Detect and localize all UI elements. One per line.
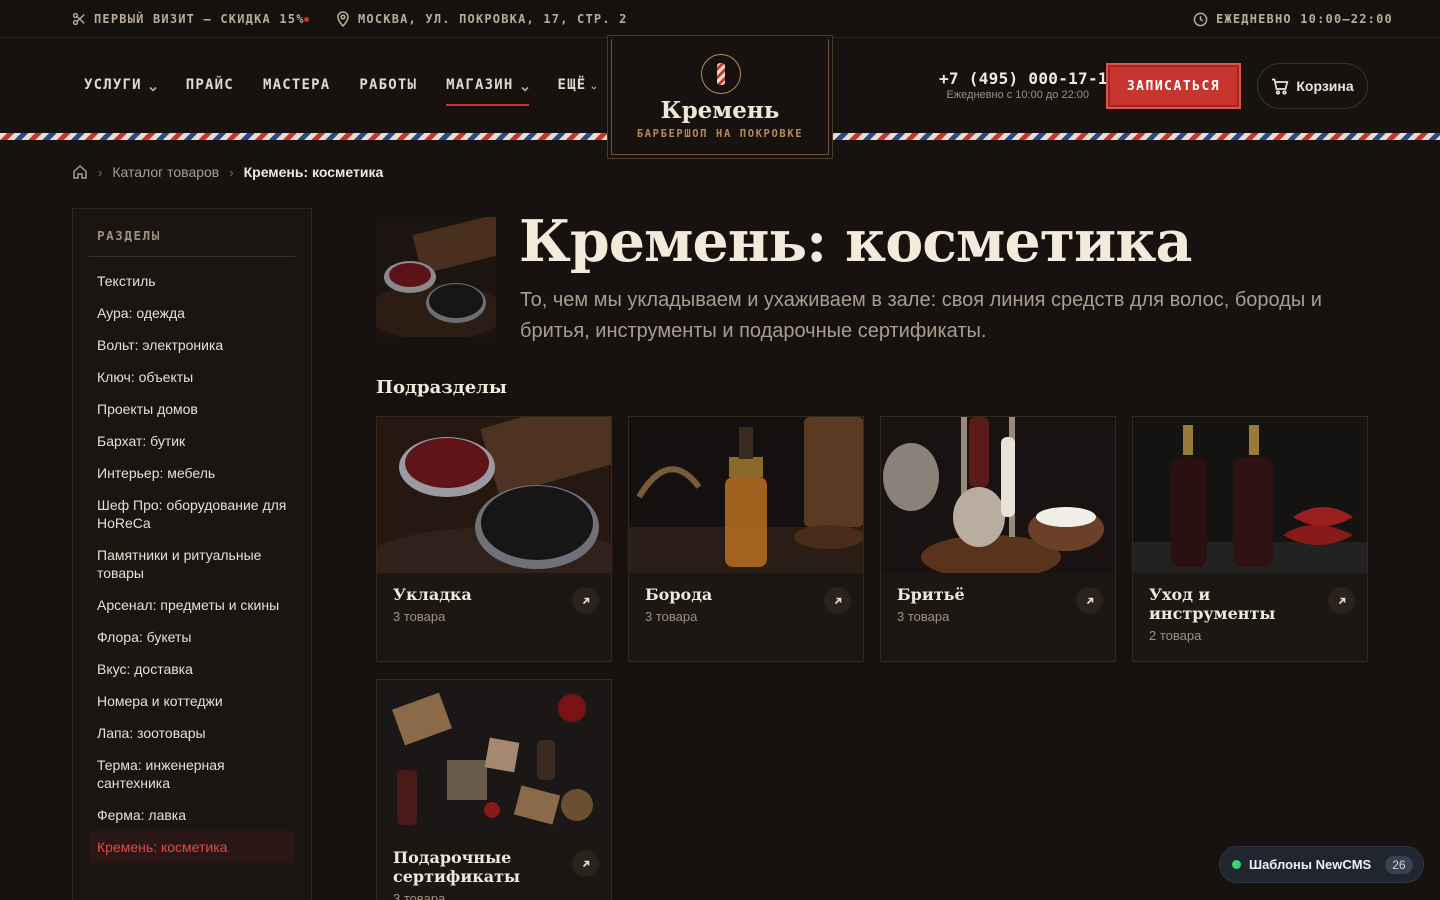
arrow-up-right-icon[interactable] (572, 587, 599, 614)
sections-sidebar: РАЗДЕЛЫ Текстиль Аура: одежда Вольт: эле… (72, 208, 312, 900)
card-image (881, 417, 1115, 573)
sidebar-item[interactable]: Лапа: зоотовары (89, 717, 295, 749)
online-status-icon (1232, 860, 1241, 869)
breadcrumb-catalog-link[interactable]: Каталог товаров (112, 164, 219, 180)
breadcrumb-separator: › (98, 164, 103, 180)
card-title: Укладка (393, 585, 472, 604)
sidebar-item[interactable]: Терма: инженерная сантехника (89, 749, 295, 799)
sidebar-item[interactable]: Текстиль (89, 265, 295, 297)
nav-label: ЕЩЁ (557, 77, 587, 93)
subsections-heading: Подразделы (376, 377, 507, 398)
opening-hours: ЕЖЕДНЕВНО 10:00–22:00 (1193, 0, 1393, 38)
sidebar-divider (89, 256, 295, 257)
phone-number[interactable]: +7 (495) 000-17-16 (939, 69, 1117, 88)
address[interactable]: МОСКВА, УЛ. ПОКРОВКА, 17, СТР. 2 (336, 0, 628, 38)
address-text: МОСКВА, УЛ. ПОКРОВКА, 17, СТР. 2 (358, 12, 628, 26)
phone-hours: Ежедневно с 10:00 до 22:00 (946, 89, 1089, 101)
badge-label: Шаблоны NewCMS (1249, 857, 1372, 872)
sidebar-list: Текстиль Аура: одежда Вольт: электроника… (89, 265, 295, 863)
arrow-up-right-icon[interactable] (1328, 587, 1355, 614)
home-icon[interactable] (72, 164, 88, 180)
card-count: 3 товара (393, 891, 446, 900)
logo-title: Кремень (660, 97, 780, 124)
page-description: То, чем мы укладываем и ухаживаем в зале… (520, 289, 1322, 342)
subsection-card[interactable]: Укладка 3 товара (376, 416, 612, 662)
nav-item-shop[interactable]: МАГАЗИН (446, 75, 529, 106)
nav-label: РАБОТЫ (359, 77, 418, 93)
sidebar-item[interactable]: Памятники и ритуальные товары (89, 539, 295, 589)
barber-pole-icon (701, 54, 741, 94)
sidebar-item[interactable]: Проекты домов (89, 393, 295, 425)
card-image (1133, 417, 1367, 573)
category-image (376, 217, 496, 337)
chevron-down-icon (149, 81, 157, 92)
top-bar: ПЕРВЫЙ ВИЗИТ — СКИДКА 15% МОСКВА, УЛ. ПО… (0, 0, 1440, 38)
nav-item-more[interactable]: ЕЩЁ (558, 75, 599, 95)
sidebar-item[interactable]: Бархат: бутик (89, 425, 295, 457)
site-logo[interactable]: Кремень БАРБЕРШОП НА ПОКРОВКЕ (611, 39, 829, 155)
cart-label: Корзина (1296, 78, 1354, 94)
card-title: Бритьё (897, 585, 965, 604)
sidebar-item[interactable]: Флора: букеты (89, 621, 295, 653)
clock-icon (1193, 12, 1208, 26)
sidebar-item[interactable]: Аура: одежда (89, 297, 295, 329)
card-count: 3 товара (897, 609, 950, 624)
nav-item-prices[interactable]: ПРАЙС (186, 75, 234, 95)
card-title: Борода (645, 585, 713, 604)
chevron-down-icon (591, 82, 598, 90)
logo-subtitle: БАРБЕРШОП НА ПОКРОВКЕ (636, 128, 804, 140)
promo-text: ПЕРВЫЙ ВИЗИТ — СКИДКА 15% (94, 12, 305, 26)
nav-item-masters[interactable]: МАСТЕРА (263, 75, 330, 95)
arrow-up-right-icon[interactable] (824, 587, 851, 614)
sidebar-item[interactable]: Вкус: доставка (89, 653, 295, 685)
card-count: 3 товара (645, 609, 698, 624)
cart-icon (1272, 78, 1289, 95)
card-image (629, 417, 863, 573)
badge-count: 26 (1385, 855, 1413, 874)
card-title: Подарочные сертификаты (393, 848, 521, 886)
hours-text: ЕЖЕДНЕВНО 10:00–22:00 (1216, 12, 1393, 26)
subsection-card[interactable]: Уход и инструменты 2 товара (1132, 416, 1368, 662)
page-title: Кремень: косметика (519, 208, 1192, 275)
nav-item-works[interactable]: РАБОТЫ (359, 75, 417, 95)
breadcrumb-current: Кремень: косметика (243, 164, 384, 180)
nav-label: ПРАЙС (185, 77, 234, 93)
map-pin-icon (337, 11, 349, 27)
card-count: 2 товара (1149, 628, 1202, 643)
sidebar-item[interactable]: Ферма: лавка (89, 799, 295, 831)
nav-label: МАСТЕРА (262, 77, 331, 93)
nav-label: МАГАЗИН (446, 77, 514, 93)
card-image (377, 417, 611, 573)
arrow-up-right-icon[interactable] (572, 850, 599, 877)
breadcrumb: › Каталог товаров › Кремень: косметика (72, 164, 383, 180)
sidebar-item[interactable]: Шеф Про: оборудование для HoReCa (89, 489, 295, 539)
templates-badge[interactable]: Шаблоны NewCMS 26 (1219, 846, 1424, 883)
card-count: 3 товара (393, 609, 446, 624)
cart-button[interactable]: Корзина (1257, 63, 1368, 109)
main-nav: УСЛУГИ ПРАЙС МАСТЕРА РАБОТЫ МАГАЗИН ЕЩЁ (84, 75, 627, 106)
card-image (377, 680, 611, 836)
sidebar-item-active[interactable]: Кремень: косметика (89, 831, 295, 863)
book-button[interactable]: ЗАПИСАТЬСЯ (1106, 63, 1241, 109)
arrow-up-right-icon[interactable] (1076, 587, 1103, 614)
subsection-card[interactable]: Подарочные сертификаты 3 товара (376, 679, 612, 900)
subsection-card[interactable]: Борода 3 товара (628, 416, 864, 662)
subsection-card[interactable]: Бритьё 3 товара (880, 416, 1116, 662)
promo-notice: ПЕРВЫЙ ВИЗИТ — СКИДКА 15% (72, 0, 305, 38)
card-title: Уход и инструменты (1149, 585, 1276, 623)
breadcrumb-separator: › (229, 164, 234, 180)
chevron-down-icon (520, 81, 529, 92)
sidebar-item[interactable]: Арсенал: предметы и скины (89, 589, 295, 621)
scissors-icon (72, 12, 85, 26)
sidebar-heading: РАЗДЕЛЫ (97, 228, 161, 243)
separator-dot (304, 17, 309, 22)
contact-phone[interactable]: +7 (495) 000-17-16 Ежедневно с 10:00 до … (939, 69, 1117, 101)
sidebar-item[interactable]: Ключ: объекты (89, 361, 295, 393)
sidebar-item[interactable]: Номера и коттеджи (89, 685, 295, 717)
nav-label: УСЛУГИ (84, 77, 142, 93)
sidebar-item[interactable]: Вольт: электроника (89, 329, 295, 361)
nav-item-services[interactable]: УСЛУГИ (84, 75, 157, 95)
sidebar-item[interactable]: Интерьер: мебель (89, 457, 295, 489)
